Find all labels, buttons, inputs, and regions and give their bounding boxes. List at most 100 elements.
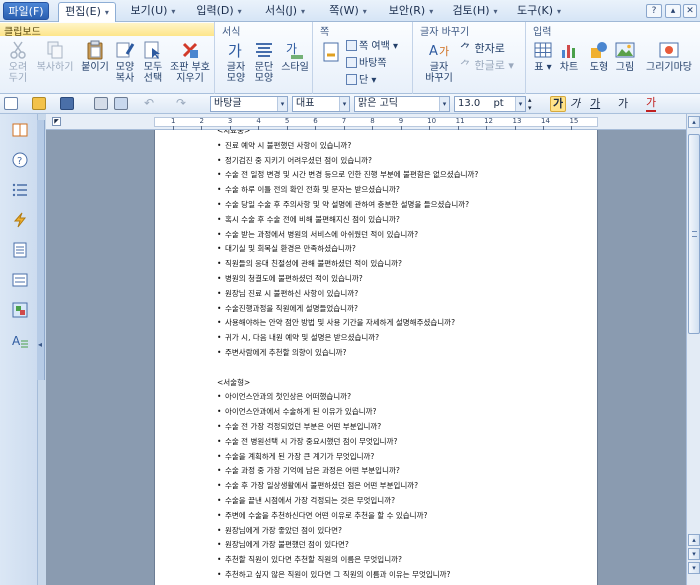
document-line[interactable]: • 수술 당일 수술 후 주의사항 및 약 설명에 관하여 충분한 설명을 들으셨… xyxy=(217,200,469,210)
document-line[interactable]: • 수술 과정 중 가장 기억에 남은 과정은 어떤 부분입니까? xyxy=(217,466,400,476)
strikethrough-button[interactable]: 가 xyxy=(618,96,628,112)
document-line[interactable]: • 병원의 청결도에 불편하셨던 적이 있습니까? xyxy=(217,274,363,284)
new-doc-button[interactable] xyxy=(4,96,18,112)
document-line[interactable]: • 진료 예약 시 불편했던 사항이 있습니까? xyxy=(217,141,351,151)
copy-format-button[interactable]: 모양 복사 xyxy=(112,40,138,84)
document-line[interactable]: • 수술 후 가장 일상생활에서 불편하셨던 점은 어떤 부분입니까? xyxy=(217,481,418,491)
menu-file[interactable]: 파일(F) xyxy=(3,2,49,20)
document-line[interactable]: • 수술 하루 이틀 전의 확인 전화 및 문자는 받으셨습니까? xyxy=(217,185,400,195)
to-hanja-button[interactable]: ⺈ 한자로 xyxy=(460,42,505,56)
shape-button[interactable]: 도형 xyxy=(587,40,611,73)
document-line[interactable]: • 수술을 계획하게 된 가장 큰 계기가 무엇입니까? xyxy=(217,452,374,462)
menu-review[interactable]: 검토(H) ▾ xyxy=(446,2,504,20)
document-line[interactable]: <치료중> xyxy=(217,130,250,136)
document-line[interactable]: • 원장님 진료 시 불편하신 사항이 있습니까? xyxy=(217,289,358,299)
form-icon[interactable] xyxy=(12,272,28,288)
list-icon[interactable] xyxy=(12,182,28,198)
document-line[interactable]: • 대기실 및 회복실 환경은 만족하셨습니까? xyxy=(217,244,356,254)
redo-button[interactable]: ↷ xyxy=(176,96,190,112)
table-button[interactable]: 표 ▾ xyxy=(531,40,555,73)
document-line[interactable]: • 정기검진 중 지키기 어려우셨던 점이 있습니까? xyxy=(217,156,372,166)
chart-button[interactable]: 차트 xyxy=(557,40,581,73)
document-line[interactable]: • 주변사람에게 추천할 의향이 있습니까? xyxy=(217,348,347,358)
undo-button[interactable]: ↶ xyxy=(144,96,158,112)
help-circle-icon[interactable]: ? xyxy=(12,152,28,168)
collapse-ribbon-icon[interactable]: ▴ xyxy=(665,4,681,18)
to-hangul-button[interactable]: ⺈ 한글로 ▾ xyxy=(460,59,514,73)
text-color-button[interactable]: 가 xyxy=(646,96,657,112)
document-line[interactable]: • 아이언스안과에서 수술하게 된 이유가 있습니까? xyxy=(217,407,377,417)
document-line[interactable]: • 원장님에게 가장 불편했던 점이 있다면? xyxy=(217,540,349,550)
language-combo[interactable]: 대표 ▾ xyxy=(292,96,350,112)
document-line[interactable]: • 수술 전 가장 걱정되었던 부분은 어떤 부분입니까? xyxy=(217,422,381,432)
page-down-button[interactable]: ▾ xyxy=(688,548,700,560)
side-panel-toggle[interactable]: ◂ xyxy=(37,120,45,380)
para-shape-button[interactable]: 문단 모양 xyxy=(250,40,278,84)
font-size-combo[interactable]: 13.0 pt ▾ xyxy=(454,96,526,112)
style-combo[interactable]: 바탕글 ▾ xyxy=(210,96,288,112)
cut-button[interactable]: 오려 두기 xyxy=(4,40,32,84)
document-icon[interactable] xyxy=(12,242,28,258)
char-shape-button[interactable]: 가 글자 모양 xyxy=(222,40,250,84)
document-line[interactable]: • 사용해야하는 안약 점안 방법 및 사용 기간을 자세하게 설명해주셨습니까? xyxy=(217,318,455,328)
page-up-button[interactable]: ▴ xyxy=(688,534,700,546)
document-line[interactable]: • 수술 전 병원선택 시 가장 중요시했던 점이 무엇입니까? xyxy=(217,437,397,447)
ruler-number: 1 xyxy=(171,117,176,125)
ruler-corner-button[interactable]: ◤ xyxy=(52,117,61,126)
open-button[interactable] xyxy=(32,96,46,112)
picture-button[interactable]: 그림 xyxy=(613,40,637,73)
menu-view[interactable]: 보기(U) ▾ xyxy=(124,2,182,20)
text-style-icon[interactable]: A xyxy=(12,332,28,348)
book-icon[interactable] xyxy=(12,122,28,138)
vertical-scrollbar[interactable]: ▴ ▴ ▾ ▾ xyxy=(686,114,700,585)
print-button[interactable] xyxy=(94,96,108,112)
document-line[interactable]: <서술형> xyxy=(217,378,250,388)
copy-button[interactable]: 복사하기 xyxy=(34,40,76,73)
document-line[interactable]: • 수술을 끝낸 시점에서 가장 걱정되는 것은 무엇입니까? xyxy=(217,496,395,506)
menu-page[interactable]: 쪽(W) ▾ xyxy=(322,2,374,20)
document-line[interactable]: • 원장님에게 가장 좋았던 점이 있다면? xyxy=(217,526,342,536)
save-button[interactable] xyxy=(60,96,74,112)
font-combo[interactable]: 맑은 고딕 ▾ xyxy=(354,96,450,112)
document-line[interactable]: • 직원들의 응대 친절성에 관해 불편하셨던 적이 있습니까? xyxy=(217,259,402,269)
document-line[interactable]: • 아이언스안과의 첫인상은 어떠했습니까? xyxy=(217,392,351,402)
horizontal-ruler[interactable]: 1 2 3 4 5 6 7 8 9 10 11 12 13 14 15 xyxy=(46,114,686,130)
page-margin-button[interactable]: 쪽 여백 ▾ xyxy=(346,40,398,54)
page-view-button[interactable] xyxy=(320,42,342,64)
preview-button[interactable] xyxy=(114,96,128,112)
style-button[interactable]: 가 스타일 xyxy=(278,40,312,73)
bold-button[interactable]: 가 xyxy=(550,96,567,112)
menu-edit[interactable]: 편집(E) ▾ xyxy=(58,2,116,22)
select-all-button[interactable]: 모두 선택 xyxy=(140,40,166,84)
lightning-icon[interactable] xyxy=(12,212,28,228)
document-line[interactable]: • 수술 전 일정 변경 및 시간 변경 등으로 인한 진행 부분에 불편함은 없… xyxy=(217,170,478,180)
document-line[interactable]: • 수술진행과정을 직원에게 설명들었습니까? xyxy=(217,304,358,314)
document-line[interactable]: • 추천하고 싶지 않은 직원이 있다면 그 직원의 이름과 이유는 무엇입니까? xyxy=(217,570,451,580)
scroll-up-button[interactable]: ▴ xyxy=(688,116,700,128)
document-line[interactable]: • 추천할 직원이 있다면 추천할 직원의 이름은 무엇입니까? xyxy=(217,555,402,565)
underline-button[interactable]: 가 xyxy=(590,96,600,112)
menu-security[interactable]: 보안(R) ▾ xyxy=(382,2,440,20)
italic-button[interactable]: 가 xyxy=(570,96,580,112)
char-change-button[interactable]: A가 글자 바꾸기 xyxy=(420,40,458,84)
gallery-icon[interactable] xyxy=(12,302,28,318)
help-button[interactable]: ? xyxy=(646,4,662,18)
clear-codes-button[interactable]: 조판 부호 지우기 xyxy=(168,40,212,84)
document-line[interactable]: • 주변에 수술을 추천하신다면 어떤 이유로 추천을 할 수 있습니까? xyxy=(217,511,427,521)
columns-button[interactable]: 단 ▾ xyxy=(346,74,376,88)
menu-format[interactable]: 서식(J) ▾ xyxy=(256,2,314,20)
scroll-thumb[interactable] xyxy=(688,134,700,334)
background-page-button[interactable]: 바탕쪽 xyxy=(346,57,387,71)
ruler-number: 15 xyxy=(569,117,579,125)
document-line[interactable]: • 수술 받는 과정에서 병원의 서비스에 아쉬웠던 적이 있습니까? xyxy=(217,230,418,240)
menu-tools[interactable]: 도구(K) ▾ xyxy=(510,2,568,20)
scroll-down-button[interactable]: ▾ xyxy=(688,562,700,574)
menu-insert[interactable]: 입력(D) ▾ xyxy=(190,2,248,20)
document-line[interactable]: • 혹시 수술 후 수술 전에 비해 불편해지신 점이 있습니까? xyxy=(217,215,400,225)
font-size-stepper[interactable]: ▴ ▾ xyxy=(528,96,538,112)
document-line[interactable]: • 귀가 시, 다음 내원 예약 및 설명은 받으셨습니까? xyxy=(217,333,379,343)
close-icon[interactable]: ✕ xyxy=(683,4,697,18)
paste-button[interactable]: 붙이기 xyxy=(80,40,110,73)
drawing-button[interactable]: 그리기마당 xyxy=(641,40,697,73)
document-page[interactable]: <치료중> • 진료 예약 시 불편했던 사항이 있습니까? • 정기검진 중 지키기 … xyxy=(154,130,598,585)
